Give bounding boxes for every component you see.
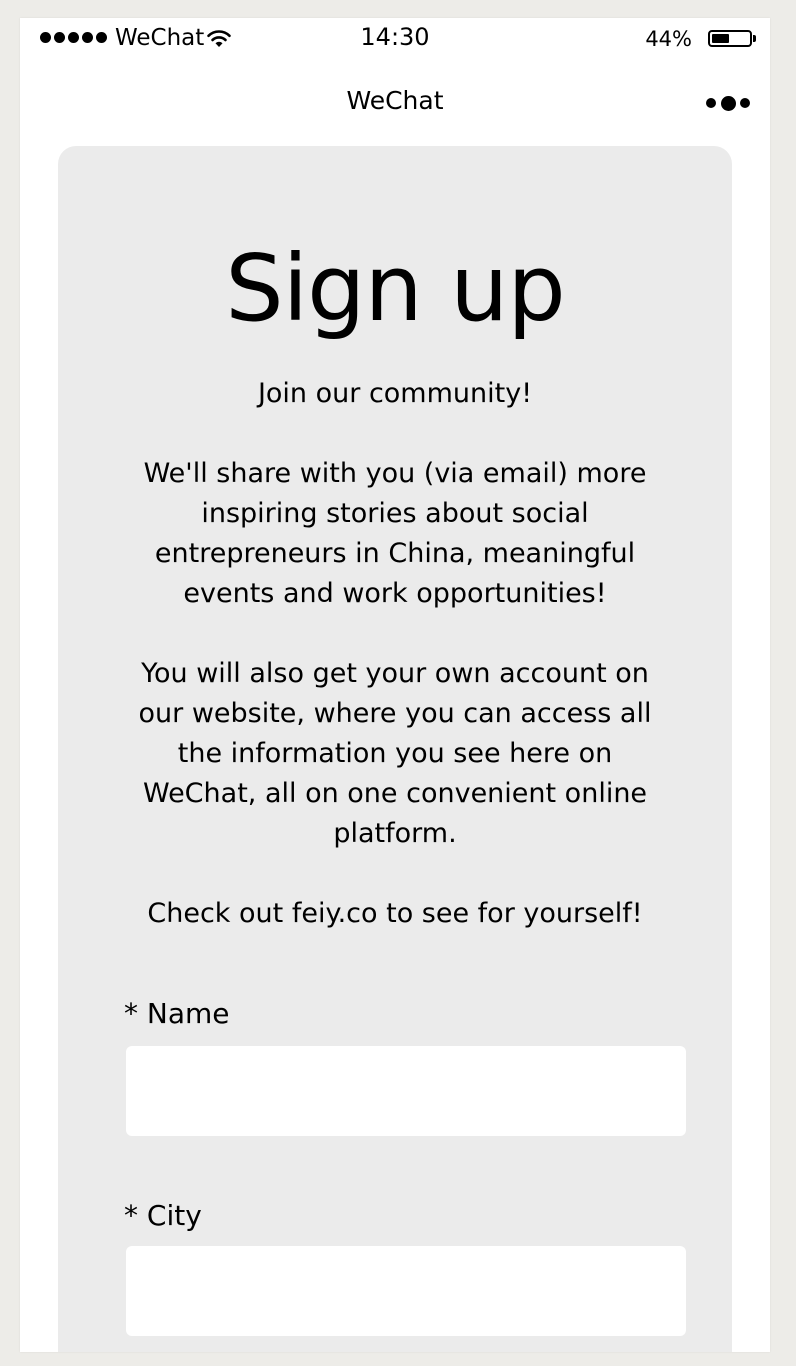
page-title: Sign up (225, 235, 566, 342)
nav-bar: WeChat (20, 62, 770, 142)
battery-percent: 44% (645, 27, 692, 51)
intro-paragraph: Check out feiy.co to see for yourself! (147, 898, 643, 929)
city-field[interactable] (126, 1246, 686, 1336)
city-label: * City (124, 1199, 202, 1232)
intro-text: Join our community! We'll share with you… (130, 374, 660, 934)
name-field[interactable] (126, 1046, 686, 1136)
signup-card: Sign up Join our community! We'll share … (58, 146, 732, 1352)
intro-paragraph: We'll share with you (via email) more in… (143, 458, 647, 609)
phone-screen: WeChat 14:30 44% WeChat Sign up Join our… (20, 18, 770, 1352)
intro-paragraph: You will also get your own account on ou… (138, 658, 652, 849)
name-label: * Name (124, 997, 230, 1030)
more-dots-icon[interactable] (706, 92, 750, 114)
status-bar: WeChat 14:30 44% (20, 18, 770, 62)
nav-title: WeChat (346, 86, 444, 115)
battery-icon (708, 30, 756, 47)
intro-paragraph: Join our community! (257, 378, 533, 409)
